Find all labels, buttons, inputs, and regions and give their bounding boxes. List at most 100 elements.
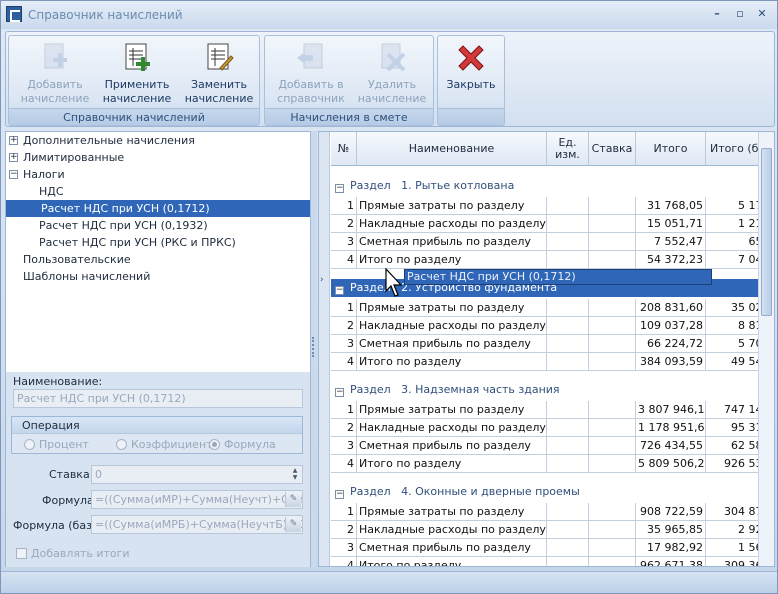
- table-cell[interactable]: 384 093,59: [636, 353, 706, 371]
- table-cell[interactable]: 4: [331, 353, 357, 371]
- tree-item[interactable]: Расчет НДС при УСН (РКС и ПРКС): [6, 234, 310, 251]
- table-cell[interactable]: Прямые затраты по разделу: [357, 299, 547, 317]
- rate-spin-icon[interactable]: ▲ ▼: [289, 467, 301, 482]
- table-cell[interactable]: 7 552,47: [636, 233, 706, 251]
- col-header-name[interactable]: Наименование: [357, 132, 547, 166]
- table-cell[interactable]: 4: [331, 251, 357, 269]
- table-cell[interactable]: [589, 317, 636, 335]
- table-cell[interactable]: [547, 335, 589, 353]
- table-cell[interactable]: Накладные расходы по разделу: [357, 215, 547, 233]
- table-cell[interactable]: [589, 437, 636, 455]
- collapse-icon[interactable]: −: [335, 184, 344, 193]
- radio-formula[interactable]: Формула: [209, 438, 276, 451]
- expand-icon[interactable]: +: [9, 153, 18, 162]
- close-window-icon[interactable]: ✕: [754, 7, 770, 21]
- table-cell[interactable]: Итого по разделу: [357, 251, 547, 269]
- formula-base-edit-icon[interactable]: ✎: [285, 517, 301, 532]
- col-header-total[interactable]: Итого: [636, 132, 706, 166]
- panel-splitter[interactable]: [311, 131, 317, 567]
- table-cell[interactable]: [547, 215, 589, 233]
- table-cell[interactable]: 1: [331, 503, 357, 521]
- table-cell[interactable]: Прямые затраты по разделу: [357, 401, 547, 419]
- table-cell[interactable]: 1: [331, 197, 357, 215]
- table-cell[interactable]: 35 965,85: [636, 521, 706, 539]
- minimize-icon[interactable]: –: [709, 7, 725, 21]
- tree-item[interactable]: Расчет НДС при УСН (0,1932): [6, 217, 310, 234]
- grid-vertical-scrollbar[interactable]: [758, 132, 774, 566]
- formula-edit-icon[interactable]: ✎: [285, 492, 301, 507]
- table-cell[interactable]: Итого по разделу: [357, 353, 547, 371]
- col-header-rate[interactable]: Ставка: [589, 132, 636, 166]
- formula-field[interactable]: =((Сумма(иМР)+Сумма(Неучт)+Сумма ✎: [91, 490, 303, 509]
- table-cell[interactable]: 2: [331, 419, 357, 437]
- table-cell[interactable]: [547, 557, 589, 566]
- table-cell[interactable]: 15 051,71: [636, 215, 706, 233]
- table-cell[interactable]: [547, 317, 589, 335]
- table-cell[interactable]: Сметная прибыль по разделу: [357, 233, 547, 251]
- table-cell[interactable]: [547, 455, 589, 473]
- scroll-thumb[interactable]: [761, 148, 772, 316]
- table-cell[interactable]: 54 372,23: [636, 251, 706, 269]
- section-header[interactable]: − Раздел 1. Рытье котлована: [331, 177, 514, 195]
- delete-charge-button[interactable]: Удалить начисление: [353, 38, 431, 110]
- table-cell[interactable]: Прямые затраты по разделу: [357, 503, 547, 521]
- col-header-number[interactable]: №: [331, 132, 357, 166]
- table-cell[interactable]: 17 982,92: [636, 539, 706, 557]
- apply-charge-button[interactable]: Применить начисление: [99, 38, 175, 110]
- table-cell[interactable]: [547, 299, 589, 317]
- table-cell[interactable]: [547, 521, 589, 539]
- table-cell[interactable]: Итого по разделу: [357, 455, 547, 473]
- table-cell[interactable]: 1: [331, 401, 357, 419]
- table-cell[interactable]: 109 037,28: [636, 317, 706, 335]
- table-cell[interactable]: [589, 539, 636, 557]
- section-header[interactable]: − Раздел 3. Надземная часть здания: [331, 381, 560, 399]
- table-cell[interactable]: Итого по разделу: [357, 557, 547, 566]
- table-cell[interactable]: [547, 401, 589, 419]
- table-cell[interactable]: 3: [331, 233, 357, 251]
- formula-base-field[interactable]: =((Сумма(иМРБ)+Сумма(НеучтБ)+Сумм ✎: [91, 515, 303, 534]
- add-to-catalog-button[interactable]: Добавить в справочник: [271, 38, 351, 110]
- table-cell[interactable]: Накладные расходы по разделу: [357, 419, 547, 437]
- rate-field[interactable]: 0 ▲ ▼: [91, 465, 303, 484]
- table-cell[interactable]: [589, 557, 636, 566]
- table-cell[interactable]: Накладные расходы по разделу: [357, 317, 547, 335]
- table-cell[interactable]: [547, 503, 589, 521]
- expand-icon[interactable]: +: [9, 136, 18, 145]
- collapse-icon[interactable]: −: [9, 170, 18, 179]
- section-header[interactable]: − Раздел 4. Оконные и дверные проемы: [331, 483, 580, 501]
- table-cell[interactable]: [589, 335, 636, 353]
- table-cell[interactable]: 3: [331, 437, 357, 455]
- table-cell[interactable]: [589, 197, 636, 215]
- table-cell[interactable]: Сметная прибыль по разделу: [357, 539, 547, 557]
- table-cell[interactable]: [589, 233, 636, 251]
- table-cell[interactable]: [547, 353, 589, 371]
- tree-item[interactable]: + Дополнительные начисления: [6, 132, 310, 149]
- table-cell[interactable]: [589, 299, 636, 317]
- table-cell[interactable]: 962 671,38: [636, 557, 706, 566]
- collapse-icon[interactable]: −: [335, 286, 344, 295]
- name-field[interactable]: Расчет НДС при УСН (0,1712): [13, 389, 303, 408]
- table-cell[interactable]: [547, 437, 589, 455]
- close-button[interactable]: Закрыть: [440, 38, 502, 110]
- table-cell[interactable]: 2: [331, 215, 357, 233]
- table-cell[interactable]: [547, 539, 589, 557]
- table-cell[interactable]: 726 434,55: [636, 437, 706, 455]
- table-cell[interactable]: Прямые затраты по разделу: [357, 197, 547, 215]
- table-cell[interactable]: [589, 455, 636, 473]
- table-cell[interactable]: [589, 215, 636, 233]
- table-cell[interactable]: [589, 353, 636, 371]
- table-cell[interactable]: 3: [331, 335, 357, 353]
- table-cell[interactable]: [589, 401, 636, 419]
- table-cell[interactable]: 908 722,59: [636, 503, 706, 521]
- table-cell[interactable]: 2: [331, 521, 357, 539]
- table-cell[interactable]: [589, 521, 636, 539]
- table-cell[interactable]: 1: [331, 299, 357, 317]
- table-cell[interactable]: [589, 419, 636, 437]
- col-header-unit[interactable]: Ед. изм.: [547, 132, 589, 166]
- tree-item[interactable]: НДС: [6, 183, 310, 200]
- table-cell[interactable]: 1 178 951,62: [636, 419, 706, 437]
- table-cell[interactable]: Сметная прибыль по разделу: [357, 335, 547, 353]
- table-cell[interactable]: [547, 197, 589, 215]
- table-cell[interactable]: [589, 503, 636, 521]
- table-cell[interactable]: 2: [331, 317, 357, 335]
